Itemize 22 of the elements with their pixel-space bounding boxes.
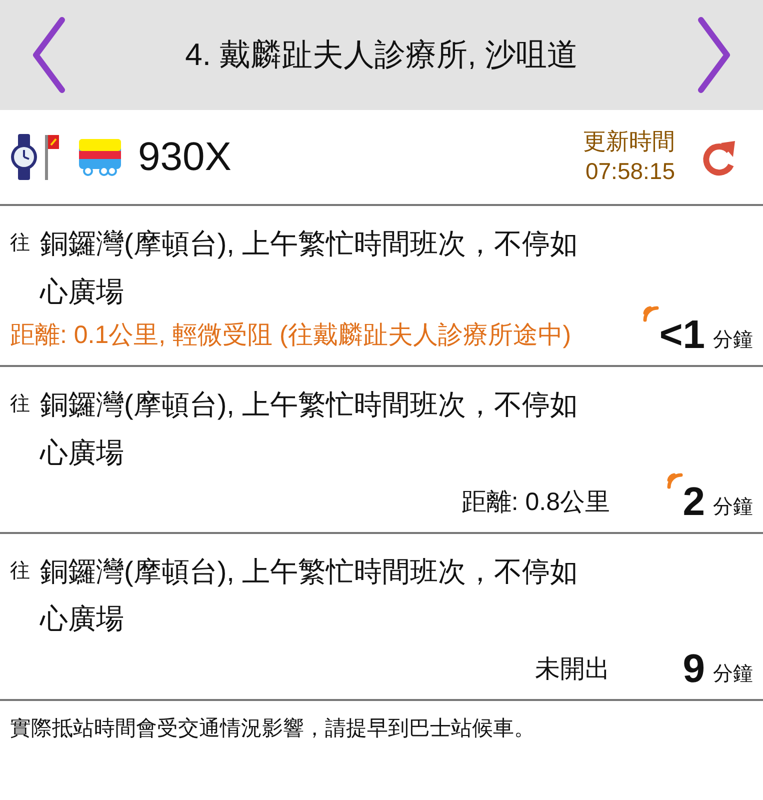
minutes-unit: 分鐘 [713, 494, 753, 520]
route-number: 930X [138, 134, 232, 181]
destination-text: 銅鑼灣(摩頓台), 上午繁忙時間班次，不停如心廣場 [40, 227, 580, 309]
eta-minutes: <1 [659, 315, 705, 356]
destination-text: 銅鑼灣(摩頓台), 上午繁忙時間班次，不停如心廣場 [40, 388, 580, 470]
bus-icon [78, 137, 122, 177]
direction-label: 往 [10, 558, 31, 584]
eta-minutes: 2 [682, 482, 705, 522]
stop-title: 4. 戴麟趾夫人診療所, 沙咀道 [185, 36, 578, 74]
eta-minutes: 9 [682, 648, 705, 689]
footer-note: 實際抵站時間會受交通情況影響，請提早到巴士站候車。 [9, 716, 536, 742]
status-text: 未開出 [534, 654, 610, 686]
minutes-unit: 分鐘 [713, 662, 753, 687]
watch-flag-icon [8, 132, 62, 182]
destination-text: 銅鑼灣(摩頓台), 上午繁忙時間班次，不停如心廣場 [40, 554, 580, 636]
direction-label: 往 [10, 231, 31, 256]
update-time: 07:58:15 [584, 157, 675, 186]
update-label: 更新時間 [583, 127, 675, 156]
status-text: 距離: 0.8公里 [460, 487, 610, 518]
minutes-unit: 分鐘 [713, 328, 753, 354]
direction-label: 往 [10, 392, 31, 418]
status-text: 距離: 0.1公里, 輕微受阻 (往戴麟趾夫人診療所途中) [10, 320, 572, 352]
